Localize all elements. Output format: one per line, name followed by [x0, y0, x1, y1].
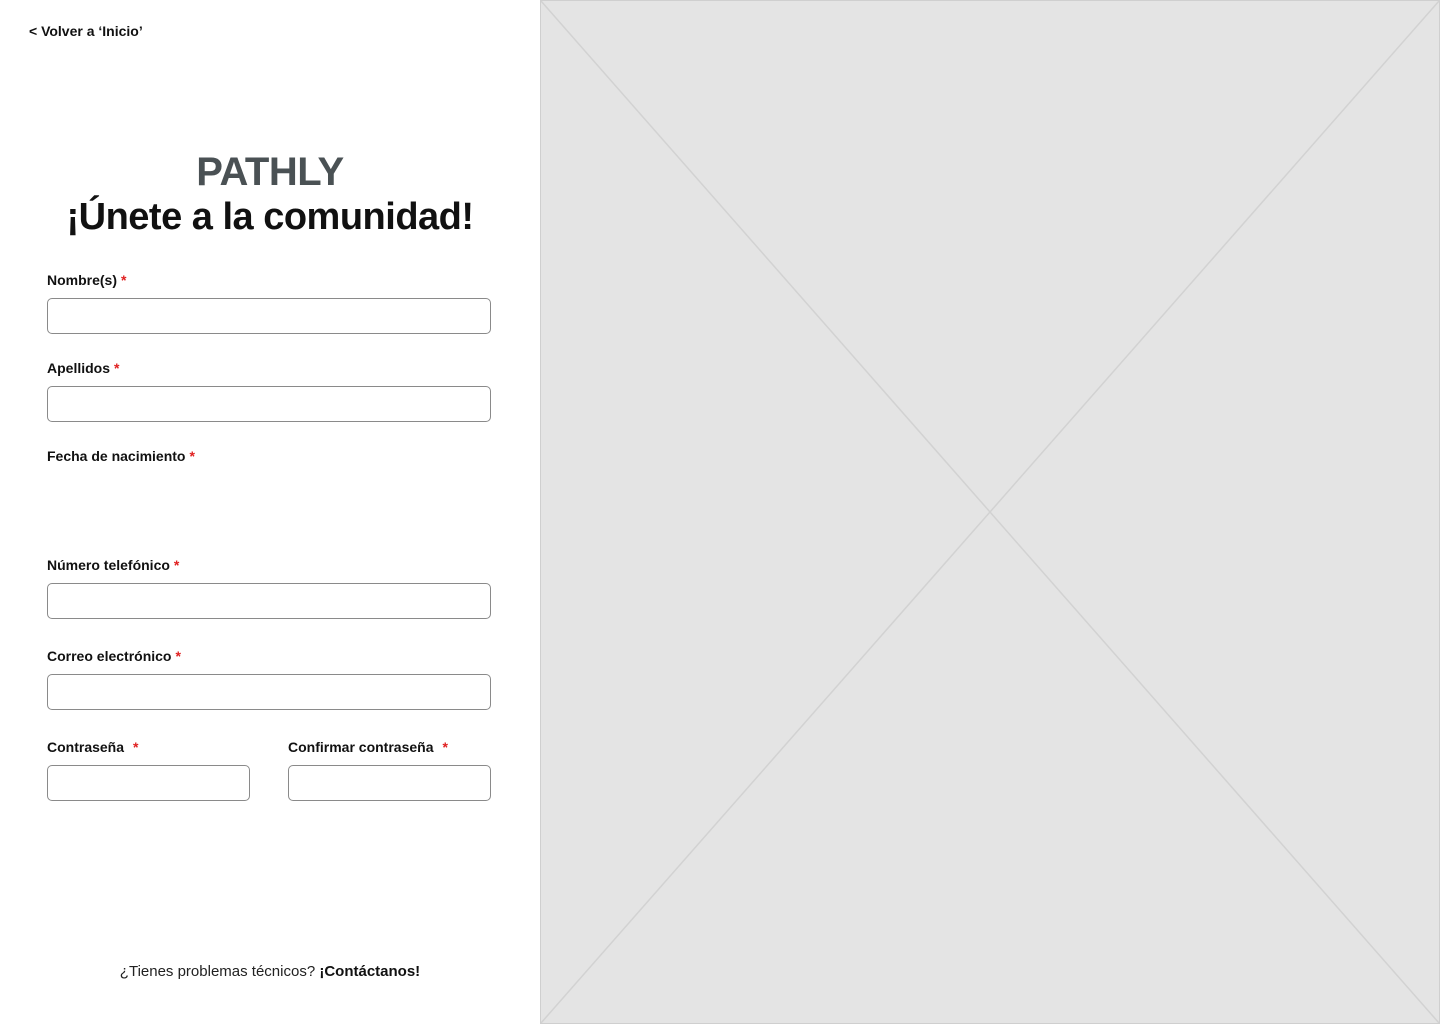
- required-mark: *: [121, 272, 127, 288]
- confirm-password-label-text: Confirmar contraseña: [288, 739, 434, 755]
- last-name-label-text: Apellidos: [47, 360, 111, 376]
- image-placeholder-icon: [541, 1, 1439, 1023]
- page-title: ¡Únete a la comunidad!: [66, 196, 474, 238]
- signup-page: < Volver a ‘Inicio’ PATHLY ¡Únete a la c…: [0, 0, 1440, 1024]
- last-name-input[interactable]: [47, 386, 491, 422]
- email-input[interactable]: [47, 674, 491, 710]
- password-label-text: Contraseña: [47, 739, 125, 755]
- required-mark: *: [189, 448, 195, 464]
- back-to-home-link[interactable]: < Volver a ‘Inicio’: [29, 23, 143, 39]
- phone-input[interactable]: [47, 583, 491, 619]
- image-placeholder: [540, 0, 1440, 1024]
- required-mark: *: [442, 739, 448, 755]
- last-name-label: Apellidos *: [47, 360, 119, 376]
- confirm-password-input[interactable]: [288, 765, 491, 801]
- first-name-input[interactable]: [47, 298, 491, 334]
- phone-label: Número telefónico *: [47, 557, 179, 573]
- email-label: Correo electrónico *: [47, 648, 181, 664]
- password-label: Contraseña *: [47, 739, 138, 755]
- birth-date-label-text: Fecha de nacimiento: [47, 448, 186, 464]
- password-input[interactable]: [47, 765, 250, 801]
- birth-date-label: Fecha de nacimiento *: [47, 448, 195, 464]
- tech-support-line: ¿Tienes problemas técnicos? ¡Contáctanos…: [0, 963, 540, 980]
- phone-label-text: Número telefónico: [47, 557, 170, 573]
- contact-us-link[interactable]: ¡Contáctanos!: [319, 963, 420, 980]
- required-mark: *: [175, 648, 181, 664]
- first-name-label: Nombre(s) *: [47, 272, 126, 288]
- signup-panel: < Volver a ‘Inicio’ PATHLY ¡Únete a la c…: [0, 0, 540, 1024]
- required-mark: *: [133, 739, 139, 755]
- email-label-text: Correo electrónico: [47, 648, 172, 664]
- required-mark: *: [114, 360, 120, 376]
- tech-support-question: ¿Tienes problemas técnicos?: [119, 963, 316, 980]
- brand-logo: PATHLY: [196, 150, 344, 194]
- first-name-label-text: Nombre(s): [47, 272, 118, 288]
- required-mark: *: [173, 557, 180, 573]
- confirm-password-label: Confirmar contraseña *: [288, 739, 448, 755]
